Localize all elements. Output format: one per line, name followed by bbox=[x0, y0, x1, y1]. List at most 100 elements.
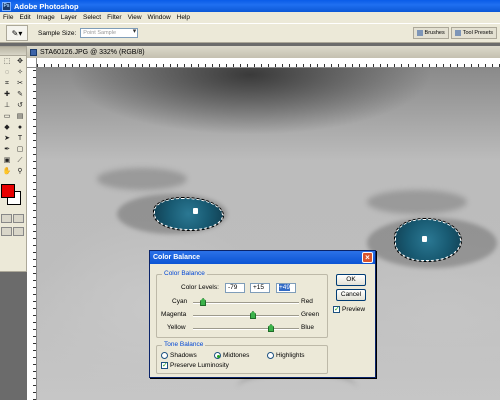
blur-tool-icon[interactable]: ◆ bbox=[1, 123, 13, 133]
red-label: Red bbox=[301, 298, 313, 305]
sample-size-select[interactable]: Point Sample bbox=[80, 28, 139, 38]
crop-tool-icon[interactable]: ⌗ bbox=[1, 79, 13, 89]
dialog-title: Color Balance bbox=[153, 254, 201, 261]
document-title-bar[interactable]: STA60126.JPG @ 332% (RGB/8) bbox=[27, 46, 500, 58]
magenta-green-slider-track[interactable] bbox=[193, 315, 299, 317]
clone-stamp-icon[interactable]: ⊥ bbox=[1, 101, 13, 111]
dialog-title-bar[interactable]: Color Balance × bbox=[150, 251, 375, 264]
right-eye-highlight bbox=[422, 236, 427, 242]
tool-presets-tab[interactable]: Tool Presets bbox=[450, 27, 497, 39]
left-eye-highlight bbox=[193, 208, 198, 214]
cyan-red-level-field[interactable]: -79 bbox=[225, 283, 245, 293]
cyan-red-slider-track[interactable] bbox=[193, 302, 299, 304]
brushes-tab[interactable]: Brushes bbox=[412, 27, 449, 39]
yellow-blue-slider-track[interactable] bbox=[193, 328, 299, 330]
app-title-bar: Ps Adobe Photoshop bbox=[0, 0, 500, 12]
options-bar: ✎▾ Sample Size: Point Sample Brushes Too… bbox=[0, 23, 500, 43]
shadows-label: Shadows bbox=[170, 352, 197, 359]
tool-presets-tab-label: Tool Presets bbox=[462, 30, 493, 36]
green-label: Green bbox=[301, 311, 320, 318]
quick-mask-mode-icon[interactable] bbox=[13, 214, 24, 223]
eyedropper-tool-icon[interactable]: ⟋ bbox=[14, 156, 26, 166]
full-screen-mode-icon[interactable] bbox=[13, 227, 24, 236]
screen-modes bbox=[0, 225, 26, 238]
right-eyebrow bbox=[367, 190, 467, 214]
path-selection-icon[interactable]: ➤ bbox=[1, 134, 13, 144]
brushes-tab-label: Brushes bbox=[424, 30, 445, 36]
tone-balance-group: Tone Balance bbox=[156, 341, 328, 374]
lasso-tool-icon[interactable]: ◌ bbox=[1, 68, 13, 78]
hand-tool-icon[interactable]: ✋ bbox=[1, 167, 13, 177]
midtones-label: Midtones bbox=[223, 352, 250, 359]
magenta-label: Magenta bbox=[161, 311, 187, 318]
left-eye-selection[interactable] bbox=[153, 197, 224, 231]
preserve-luminosity-checkbox[interactable]: ✓ bbox=[161, 362, 168, 369]
toolbox-grip[interactable] bbox=[0, 47, 26, 56]
brush-tool-icon[interactable]: ✎ bbox=[14, 90, 26, 100]
slice-tool-icon[interactable]: ✂ bbox=[14, 79, 26, 89]
menu-layer[interactable]: Layer bbox=[58, 14, 80, 21]
preview-label: Preview bbox=[342, 306, 366, 313]
toolbox: ⬚ ✥ ◌ ✧ ⌗ ✂ ✚ ✎ ⊥ ↺ ▭ ▤ ◆ ● ➤ T ✒ ▢ ▣ ⟋ … bbox=[0, 46, 27, 272]
menu-help[interactable]: Help bbox=[174, 14, 193, 21]
quick-mask-modes bbox=[0, 212, 26, 225]
type-tool-icon[interactable]: T bbox=[14, 134, 26, 144]
cancel-button[interactable]: Cancel bbox=[336, 289, 366, 301]
menu-select[interactable]: Select bbox=[80, 14, 104, 21]
color-balance-dialog: Color Balance × Color Balance Color Leve… bbox=[149, 250, 376, 378]
horizontal-ruler[interactable] bbox=[37, 58, 500, 68]
highlights-radio[interactable] bbox=[267, 352, 274, 359]
menu-filter[interactable]: Filter bbox=[104, 14, 124, 21]
standard-mode-icon[interactable] bbox=[1, 214, 12, 223]
ruler-origin[interactable] bbox=[27, 58, 37, 68]
foreground-color[interactable] bbox=[1, 184, 15, 198]
shadows-radio[interactable] bbox=[161, 352, 168, 359]
magic-wand-tool-icon[interactable]: ✧ bbox=[14, 68, 26, 78]
menu-bar: File Edit Image Layer Select Filter View… bbox=[0, 12, 500, 23]
eyedropper-icon[interactable]: ✎▾ bbox=[6, 25, 28, 41]
photoshop-logo-icon: Ps bbox=[2, 1, 11, 11]
history-brush-icon[interactable]: ↺ bbox=[14, 101, 26, 111]
move-tool-icon[interactable]: ✥ bbox=[14, 57, 26, 67]
dodge-tool-icon[interactable]: ● bbox=[14, 123, 26, 133]
yellow-blue-level-field[interactable]: +49 bbox=[276, 283, 296, 293]
yellow-label: Yellow bbox=[167, 324, 186, 331]
menu-edit[interactable]: Edit bbox=[16, 14, 33, 21]
preview-checkbox[interactable]: ✓ bbox=[333, 306, 340, 313]
color-swatches bbox=[0, 182, 26, 212]
zoom-tool-icon[interactable]: ⚲ bbox=[14, 167, 26, 177]
color-levels-label: Color Levels: bbox=[181, 284, 219, 291]
standard-screen-mode-icon[interactable] bbox=[1, 227, 12, 236]
preserve-luminosity-label: Preserve Luminosity bbox=[170, 362, 229, 369]
menu-view[interactable]: View bbox=[125, 14, 145, 21]
menu-window[interactable]: Window bbox=[145, 14, 174, 21]
document-title: STA60126.JPG @ 332% (RGB/8) bbox=[40, 48, 145, 56]
shape-tool-icon[interactable]: ▢ bbox=[14, 145, 26, 155]
app-title: Adobe Photoshop bbox=[14, 1, 79, 11]
notes-tool-icon[interactable]: ▣ bbox=[1, 156, 13, 166]
marquee-tool-icon[interactable]: ⬚ bbox=[1, 57, 13, 67]
close-icon[interactable]: × bbox=[362, 252, 373, 263]
blue-label: Blue bbox=[301, 324, 315, 331]
right-eye-selection[interactable] bbox=[394, 218, 462, 262]
palette-well: Brushes Tool Presets bbox=[412, 27, 497, 39]
menu-image[interactable]: Image bbox=[34, 14, 58, 21]
menu-file[interactable]: File bbox=[0, 14, 16, 21]
cyan-label: Cyan bbox=[172, 298, 188, 305]
eraser-tool-icon[interactable]: ▭ bbox=[1, 112, 13, 122]
midtones-radio[interactable] bbox=[214, 352, 221, 359]
magenta-green-level-field[interactable]: +15 bbox=[250, 283, 270, 293]
left-eyebrow bbox=[97, 168, 187, 190]
healing-brush-icon[interactable]: ✚ bbox=[1, 90, 13, 100]
tool-presets-icon bbox=[454, 30, 461, 36]
document-icon bbox=[30, 48, 37, 56]
color-balance-group-label: Color Balance bbox=[162, 270, 207, 277]
vertical-ruler[interactable] bbox=[27, 68, 37, 400]
brushes-icon bbox=[416, 30, 423, 36]
sample-size-label: Sample Size: bbox=[38, 29, 77, 37]
gradient-tool-icon[interactable]: ▤ bbox=[14, 112, 26, 122]
tone-balance-group-label: Tone Balance bbox=[162, 341, 206, 348]
pen-tool-icon[interactable]: ✒ bbox=[1, 145, 13, 155]
highlights-label: Highlights bbox=[276, 352, 305, 359]
ok-button[interactable]: OK bbox=[336, 274, 366, 286]
